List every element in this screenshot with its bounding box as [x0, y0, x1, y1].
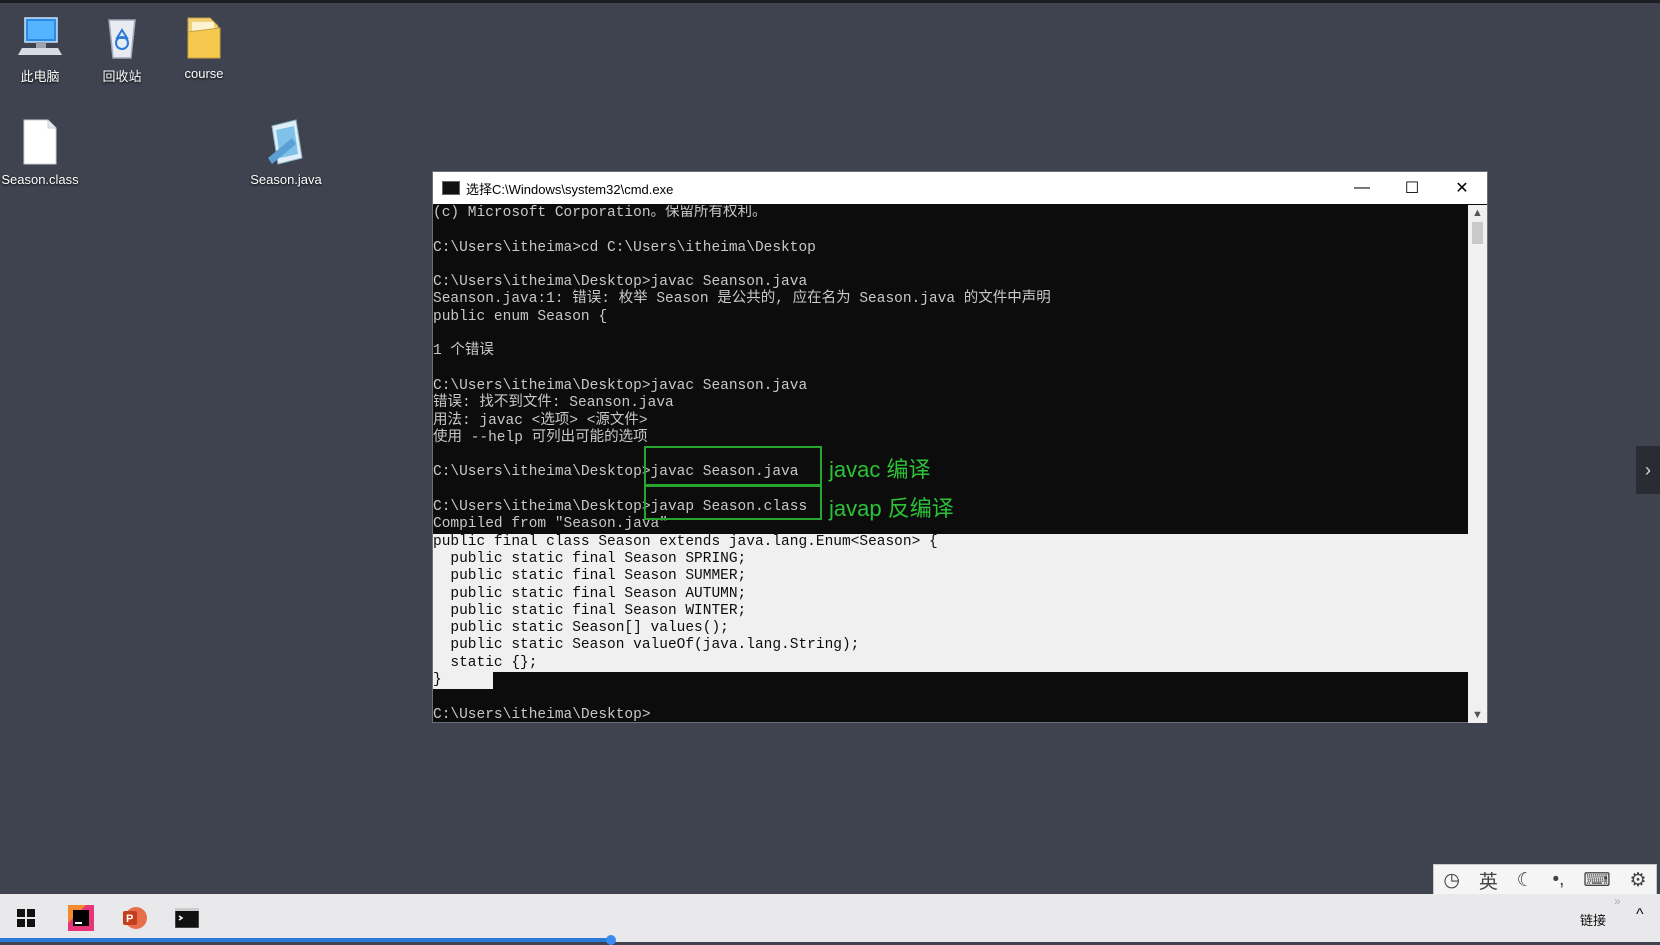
side-panel-toggle[interactable]: › — [1636, 446, 1660, 494]
file-icon — [16, 118, 64, 166]
svg-text:P: P — [126, 913, 133, 925]
intellij-idea-icon — [68, 905, 94, 931]
console-line: C:\Users\itheima\Desktop>javac Seanson.j… — [433, 377, 808, 394]
minimize-button[interactable]: — — [1337, 172, 1387, 204]
command-prompt-icon — [175, 908, 199, 928]
console-line: public enum Season { — [433, 308, 608, 325]
console-line: C:\Users\itheima>cd C:\Users\itheima\Des… — [433, 239, 816, 256]
console-line: 错误: 找不到文件: Seanson.java — [433, 395, 674, 412]
ime-logo-icon[interactable]: ◷ — [1443, 869, 1460, 892]
console-line-selected: static {}; — [433, 654, 1469, 673]
taskbar-app-powerpoint[interactable]: P — [108, 894, 160, 942]
console-line: Seanson.java:1: 错误: 枚举 Season 是公共的, 应在名为… — [433, 291, 1051, 308]
desktop-icon-season-java[interactable]: Season.java — [245, 118, 327, 187]
console-line: C:\Users\itheima\Desktop>javac Seanson.j… — [433, 274, 808, 291]
close-icon: ✕ — [1455, 180, 1469, 197]
scroll-down-icon[interactable]: ▼ — [1468, 709, 1487, 721]
ime-expand-icon[interactable]: » — [1614, 894, 1621, 908]
taskbar-app-cmd[interactable] — [161, 894, 213, 942]
scroll-up-icon[interactable]: ▲ — [1468, 207, 1487, 219]
window-title: 选择C:\Windows\system32\cmd.exe — [466, 181, 674, 197]
powerpoint-icon: P — [123, 907, 147, 929]
vertical-scrollbar[interactable]: ▲ ▼ — [1468, 205, 1487, 723]
console-line: C:\Users\itheima\Desktop>javac Season.ja… — [433, 464, 799, 481]
punctuation-icon[interactable]: •, — [1553, 869, 1565, 891]
tray-chevron-icon[interactable]: ^ — [1636, 906, 1644, 924]
maximize-icon: ☐ — [1404, 180, 1420, 197]
video-progress-bar[interactable] — [0, 935, 616, 945]
maximize-button[interactable]: ☐ — [1387, 172, 1437, 204]
console-line: (c) Microsoft Corporation。保留所有权利。 — [433, 205, 767, 221]
chevron-right-icon: › — [1645, 459, 1651, 480]
minimize-icon: — — [1354, 179, 1370, 196]
top-edge — [0, 0, 1660, 3]
console-line-selected: public final class Season extends java.l… — [433, 533, 1469, 551]
moon-icon[interactable]: ☾ — [1517, 869, 1534, 892]
console-line: 用法: javac <选项> <源文件> — [433, 412, 648, 429]
desktop-icon-course[interactable]: course — [163, 12, 245, 81]
console-line-selected: public static final Season WINTER; — [433, 602, 1469, 621]
folder-icon — [180, 12, 228, 60]
tray-link-label[interactable]: 链接 — [1580, 910, 1606, 929]
progress-knob[interactable] — [606, 935, 616, 945]
desktop-icon-label: 回收站 — [102, 69, 142, 84]
desktop-icon-recycle-bin[interactable]: 回收站 — [81, 12, 163, 85]
start-button[interactable] — [0, 894, 52, 942]
desktop-icon-label: Season.class — [1, 172, 79, 187]
annotation-javac: javac 编译 — [829, 457, 931, 482]
desktop-icon-season-class[interactable]: Season.class — [0, 118, 81, 187]
ime-language-toggle[interactable]: 英 — [1479, 867, 1498, 894]
keyboard-icon[interactable]: ⌨ — [1583, 869, 1610, 892]
desktop-icon-label: 此电脑 — [20, 69, 60, 84]
console-line-selected: public static Season valueOf(java.lang.S… — [433, 637, 1469, 655]
highlight-box-javap — [644, 485, 822, 520]
taskbar-app-intellij[interactable] — [55, 894, 107, 942]
console-line-selected: public static final Season AUTUMN; — [433, 585, 1469, 603]
highlight-box-javac — [644, 446, 822, 486]
taskbar: P — [0, 894, 1660, 942]
console-line-selected: public static final Season SUMMER; — [433, 568, 1469, 586]
console-line-selected: public static Season[] values(); — [433, 620, 1469, 638]
windows-start-icon — [17, 909, 35, 927]
java-file-icon — [262, 118, 310, 166]
console-prompt[interactable]: C:\Users\itheima\Desktop> — [433, 707, 1469, 723]
console-line: 1 个错误 — [433, 343, 494, 360]
annotation-javap: javap 反编译 — [829, 496, 954, 521]
gear-icon[interactable]: ⚙ — [1630, 869, 1647, 892]
window-titlebar[interactable]: 选择C:\Windows\system32\cmd.exe — ☐ ✕ — [433, 172, 1487, 204]
close-button[interactable]: ✕ — [1437, 172, 1487, 204]
ime-toolbar[interactable]: ◷ 英 ☾ •, ⌨ ⚙ — [1433, 864, 1657, 896]
computer-icon — [16, 12, 64, 60]
console-line: 使用 --help 可列出可能的选项 — [433, 429, 648, 446]
console-line-selected-end: } — [433, 672, 1469, 690]
desktop-icon-this-pc[interactable]: 此电脑 — [0, 12, 81, 85]
console-output[interactable]: (c) Microsoft Corporation。保留所有权利。 C:\Use… — [433, 205, 1469, 723]
cmd-window[interactable]: 选择C:\Windows\system32\cmd.exe — ☐ ✕ (c) … — [432, 171, 1488, 723]
desktop-icon-label: Season.java — [250, 172, 322, 187]
cmd-app-icon — [442, 181, 460, 195]
scrollbar-thumb[interactable] — [1472, 222, 1483, 244]
recycle-bin-icon — [98, 12, 146, 60]
desktop-icon-label: course — [184, 66, 224, 81]
console-line-selected: public static final Season SPRING; — [433, 550, 1469, 569]
